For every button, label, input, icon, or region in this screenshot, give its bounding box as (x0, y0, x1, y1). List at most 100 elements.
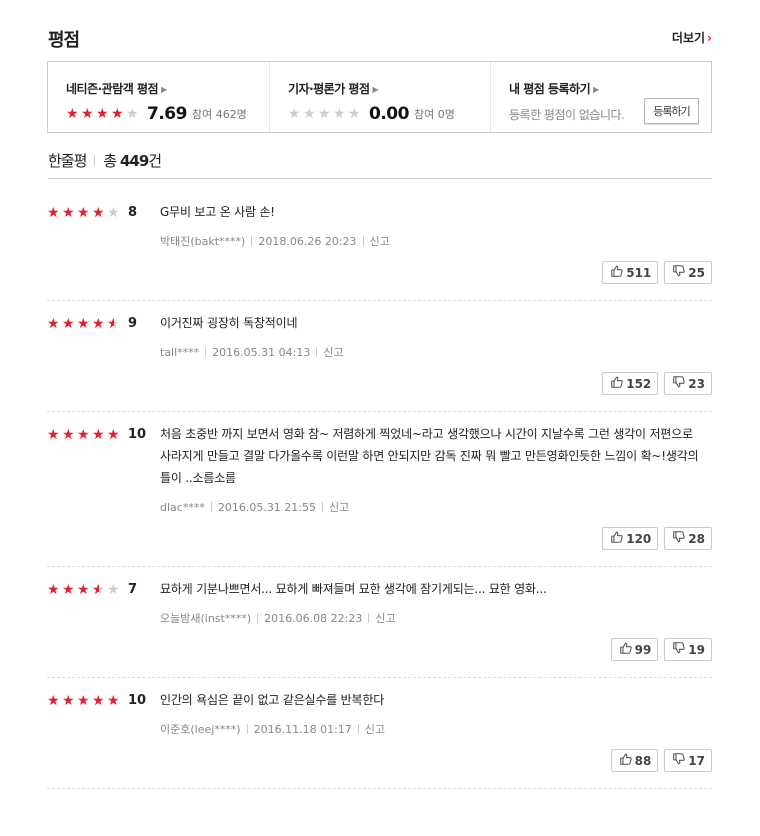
review-total-count: 449 (119, 152, 149, 170)
star-icon: ★ (107, 204, 120, 221)
review-meta: 박태진(bakt****) 2018.06.26 20:23 신고 (160, 233, 390, 249)
review-item: ★★★★★7묘하게 기분나쁘면서... 묘하게 빠져들며 묘한 생각에 잠기게되… (47, 582, 712, 678)
report-link[interactable]: 신고 (370, 235, 390, 248)
thumbs-down-icon (672, 752, 688, 769)
netizen-participant-count: 참여 462명 (191, 108, 247, 121)
triangle-right-icon: ▶ (593, 85, 599, 94)
like-button[interactable]: 152 (602, 372, 659, 395)
critic-participant-count: 참여 0명 (413, 108, 455, 121)
thumbs-down-icon (672, 375, 688, 392)
review-meta: dlac**** 2016.05.31 21:55 신고 (160, 499, 349, 515)
like-button[interactable]: 120 (602, 527, 659, 550)
my-score-link[interactable]: 내 평점 등록하기 ▶ (509, 80, 711, 97)
review-list-header: 한줄평 총 449건 (48, 150, 712, 179)
review-date: 2016.11.18 01:17 (253, 723, 352, 736)
my-score-label: 내 평점 등록하기 (509, 82, 591, 96)
review-author[interactable]: 박태진(bakt****) (160, 235, 245, 248)
star-icon: ★ (318, 106, 331, 122)
netizen-score-value: 7.69 (147, 104, 187, 124)
review-meta: 오늘밤새(inst****) 2016.06.08 22:23 신고 (160, 610, 396, 626)
like-count: 88 (634, 753, 652, 768)
review-author[interactable]: 오늘밤새(inst****) (160, 612, 251, 625)
divider (246, 724, 248, 734)
review-meta: tall**** 2016.05.31 04:13 신고 (160, 344, 344, 360)
review-stars: ★ ★ ★ ★ ★ (47, 206, 122, 220)
review-date: 2016.05.31 04:13 (212, 346, 311, 359)
triangle-right-icon: ▶ (161, 85, 167, 94)
like-count: 99 (634, 642, 652, 657)
like-button[interactable]: 88 (610, 749, 659, 772)
review-author[interactable]: 이준호(leej****) (160, 723, 241, 736)
divider (362, 236, 364, 246)
review-stars: ★ ★ ★ ★ ★ (47, 428, 122, 442)
star-icon: ★ (47, 581, 60, 598)
review-text: 인간의 욕심은 끝이 없고 같은실수를 반복한다 (160, 693, 385, 707)
star-icon: ★ (77, 692, 90, 709)
dislike-button[interactable]: 25 (664, 261, 712, 284)
star-icon: ★ (111, 106, 124, 122)
star-icon: ★ (66, 106, 79, 122)
rating-header: 평점 더보기 › (48, 26, 712, 51)
star-icon: ★ (107, 317, 122, 331)
dislike-button[interactable]: 23 (664, 372, 712, 395)
review-stars: ★ ★ ★ ★ ★ (47, 694, 122, 708)
review-author[interactable]: tall**** (160, 346, 199, 359)
vote-buttons: 88 17 (610, 749, 712, 772)
critic-score-value: 0.00 (369, 104, 409, 124)
review-item: ★ ★ ★ ★ ★ 8 G무비 보고 온 사람 손! 박태진(bakt****) 2018.06… (47, 205, 712, 301)
review-stars: ★ ★ ★ ★ ★ (47, 583, 122, 597)
dislike-count: 23 (688, 376, 705, 391)
review-date: 2016.05.31 21:55 (217, 501, 317, 514)
review-rating: ★★★★★9 (47, 316, 137, 331)
divider (368, 613, 370, 623)
netizen-score-link[interactable]: 네티즌·관람객 평점 ▶ (66, 80, 269, 97)
review-rating: ★★★★★7 (47, 582, 137, 597)
report-link[interactable]: 신고 (329, 501, 349, 514)
review-score: 7 (128, 582, 138, 597)
like-button[interactable]: 511 (602, 261, 659, 284)
review-rating: ★ ★ ★ ★ ★ 10 (47, 693, 146, 708)
chevron-right-icon: › (707, 31, 712, 45)
report-link[interactable]: 신고 (323, 346, 343, 359)
star-icon: ★ (47, 204, 60, 221)
star-icon: ★ (333, 106, 346, 122)
review-item: ★★★★★9이거진짜 굉장히 독창적이네tall****2016.05.31 0… (47, 316, 712, 412)
report-link[interactable]: 신고 (375, 612, 395, 625)
review-date: 2016.06.08 22:23 (264, 612, 363, 625)
netizen-stars: ★ ★ ★ ★ ★ (66, 107, 141, 121)
review-total-prefix: 총 (103, 152, 120, 170)
thumbs-up-icon (619, 752, 635, 769)
like-button[interactable]: 99 (610, 638, 659, 661)
thumbs-down-icon (672, 264, 688, 281)
star-icon: ★ (107, 426, 120, 443)
star-icon: ★ (92, 692, 105, 709)
review-total-suffix: 건 (148, 152, 162, 170)
review-item: ★ ★ ★ ★ ★ 10 처음 초중반 까지 보면서 영화 참~ 저렴하게 찍었네~라고 생… (47, 427, 712, 567)
review-text: G무비 보고 온 사람 손! (160, 205, 275, 219)
section-title: 평점 (48, 30, 80, 51)
star-icon: ★ (81, 106, 94, 122)
dislike-button[interactable]: 17 (664, 749, 712, 772)
star-icon: ★ (107, 692, 120, 709)
netizen-score-panel: 네티즌·관람객 평점 ▶ ★ ★ ★ ★ ★ 7.69 참여 462명 (48, 62, 269, 132)
critic-score-link[interactable]: 기자·평론가 평점 ▶ (288, 80, 490, 97)
star-icon: ★ (47, 315, 60, 332)
divider (251, 236, 253, 246)
triangle-right-icon: ▶ (372, 85, 379, 94)
vote-buttons: 120 28 (602, 527, 712, 550)
star-icon: ★ (47, 692, 60, 709)
review-text: 처음 초중반 까지 보면서 영화 참~ 저렴하게 찍었네~라고 생각했으나 시간… (160, 427, 699, 485)
dislike-count: 19 (688, 642, 705, 657)
dislike-button[interactable]: 28 (664, 527, 712, 550)
like-count: 152 (626, 376, 652, 391)
star-icon: ★ (92, 583, 107, 597)
report-link[interactable]: 신고 (365, 723, 385, 736)
dislike-count: 17 (688, 753, 705, 768)
star-icon: ★ (92, 426, 105, 443)
more-link[interactable]: 더보기 › (672, 29, 712, 46)
register-score-button[interactable]: 등록하기 (644, 98, 699, 124)
review-author[interactable]: dlac**** (160, 501, 205, 514)
critic-stars: ★ ★ ★ ★ ★ (288, 107, 363, 121)
star-icon: ★ (92, 315, 105, 332)
dislike-button[interactable]: 19 (664, 638, 712, 661)
